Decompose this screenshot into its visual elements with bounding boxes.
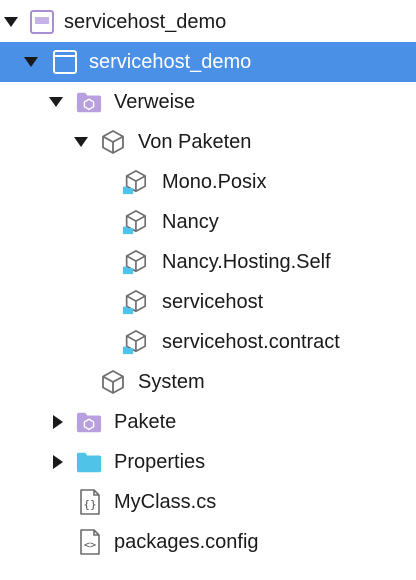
tree-item-label: MyClass.cs [114,491,217,513]
packages-folder-icon [76,409,102,435]
package-reference-icon [122,209,148,235]
package-reference-icon [122,249,148,275]
tree-row-package[interactable]: servicehost [0,282,416,322]
project-icon [52,49,78,75]
tree-row-properties-folder[interactable]: Properties [0,442,416,482]
tree-row-file[interactable]: <> packages.config [0,522,416,562]
tree-row-package[interactable]: Nancy [0,202,416,242]
tree-row-package[interactable]: Nancy.Hosting.Self [0,242,416,282]
tree-row-packages-folder[interactable]: Pakete [0,402,416,442]
chevron-down-icon[interactable] [73,134,89,150]
config-file-icon: <> [77,529,103,555]
chevron-right-icon[interactable] [50,414,66,430]
chevron-down-icon[interactable] [48,94,64,110]
solution-icon [29,9,55,35]
tree-item-label: Nancy [162,211,219,233]
tree-item-label: Pakete [114,411,177,433]
tree-item-label: Nancy.Hosting.Self [162,251,331,273]
references-folder-icon [76,89,102,115]
chevron-down-icon[interactable] [23,54,39,70]
tree-item-label: servicehost_demo [89,51,252,73]
package-reference-icon [122,329,148,355]
tree-item-label: Verweise [114,91,196,113]
tree-item-label: Properties [114,451,206,473]
folder-icon [76,449,102,475]
svg-text:<>: <> [84,540,96,551]
tree-item-label: packages.config [114,531,259,553]
tree-item-label: Mono.Posix [162,171,267,193]
tree-item-label: System [138,371,205,393]
assembly-cube-icon [100,369,126,395]
solution-tree: servicehost_demo servicehost_demo Verwei… [0,0,416,580]
package-cube-icon [100,129,126,155]
tree-row-package[interactable]: servicehost.contract [0,322,416,362]
tree-row-package[interactable]: Mono.Posix [0,162,416,202]
tree-row-references[interactable]: Verweise [0,82,416,122]
svg-text:{}: {} [83,498,96,511]
csharp-file-icon: {} [77,489,103,515]
chevron-down-icon[interactable] [3,14,19,30]
tree-item-label: servicehost_demo [64,11,227,33]
tree-row-file[interactable]: {} MyClass.cs [0,482,416,522]
chevron-right-icon[interactable] [50,454,66,470]
tree-row-from-packages[interactable]: Von Paketen [0,122,416,162]
tree-row-assembly[interactable]: System [0,362,416,402]
tree-item-label: servicehost.contract [162,331,340,353]
tree-item-label: servicehost [162,291,264,313]
package-reference-icon [122,289,148,315]
tree-row-project[interactable]: servicehost_demo [0,42,416,82]
tree-item-label: Von Paketen [138,131,252,153]
package-reference-icon [122,169,148,195]
tree-row-solution[interactable]: servicehost_demo [0,2,416,42]
